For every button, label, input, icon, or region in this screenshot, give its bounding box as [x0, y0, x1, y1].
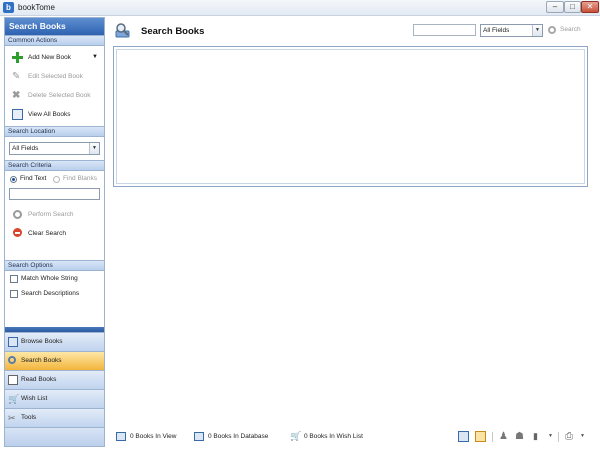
- nav-item-label: Wish List: [21, 395, 48, 402]
- section-search-criteria: Search Criteria: [5, 160, 104, 171]
- nav-item-label: Read Books: [21, 376, 57, 383]
- browse-icon: [8, 337, 18, 347]
- search-location-select[interactable]: All Fields ▼: [9, 142, 100, 155]
- books-in-database-text: 0 Books In Database: [208, 433, 269, 440]
- match-whole-string-checkbox[interactable]: [10, 275, 18, 283]
- nav-item-browse-books[interactable]: Browse Books: [5, 332, 104, 351]
- search-field-select[interactable]: All Fields ▼: [480, 24, 543, 37]
- monitor-icon: [116, 432, 126, 441]
- nav-item-search-books[interactable]: Search Books: [5, 351, 104, 370]
- nav-item-label: Search Books: [21, 357, 62, 364]
- section-search-location: Search Location: [5, 126, 104, 137]
- section-common-actions: Common Actions: [5, 35, 104, 46]
- tools-icon: ✂: [8, 413, 16, 423]
- nav-item-tools[interactable]: ✂ Tools: [5, 408, 104, 427]
- sidebar-title: Search Books: [5, 18, 104, 35]
- pencil-icon: ✎: [12, 71, 21, 82]
- nav-item-wish-list[interactable]: 🛒 Wish List: [5, 389, 104, 408]
- books-in-wish-list-text: 0 Books In Wish List: [304, 433, 363, 440]
- plus-icon: [12, 52, 23, 63]
- title-bar: b bookTome – □ ✕: [0, 0, 600, 16]
- wish-list-icon: 🛒: [8, 394, 20, 404]
- toolbar-separator: [492, 432, 493, 442]
- search-criteria-input[interactable]: [9, 188, 100, 200]
- delete-icon: ✖: [12, 90, 21, 101]
- clear-icon: [13, 228, 22, 237]
- detail-view-icon[interactable]: [475, 431, 486, 442]
- search-field-value: All Fields: [483, 27, 510, 34]
- sidebar: Search Books Common Actions Add New Book…: [4, 17, 105, 447]
- edit-selected-book-button[interactable]: ✎ Edit Selected Book: [5, 67, 104, 86]
- search-location-value: All Fields: [12, 145, 39, 152]
- view-all-books-button[interactable]: View All Books: [5, 105, 104, 124]
- chevron-down-icon[interactable]: ▼: [548, 431, 554, 442]
- books-in-view-text: 0 Books In View: [130, 433, 177, 440]
- dictionary-icon[interactable]: ☗: [515, 431, 526, 442]
- books-in-database-status: 0 Books In Database: [194, 432, 269, 441]
- view-all-books-label: View All Books: [28, 111, 71, 118]
- key-icon: [13, 210, 22, 219]
- add-new-book-button[interactable]: Add New Book ▼: [5, 48, 104, 67]
- search-results-panel[interactable]: [113, 46, 588, 187]
- view-icon: [12, 109, 23, 120]
- search-icon: [548, 26, 556, 34]
- user-icon[interactable]: ♟: [499, 431, 510, 442]
- perform-search-button[interactable]: Perform Search: [28, 211, 74, 218]
- section-search-options: Search Options: [5, 260, 104, 271]
- find-text-label: Find Text: [20, 175, 47, 182]
- read-icon: [8, 375, 18, 385]
- close-button[interactable]: ✕: [581, 1, 599, 13]
- window-title: bookTome: [18, 3, 55, 12]
- delete-selected-book-label: Delete Selected Book: [28, 92, 91, 99]
- find-blanks-radio[interactable]: [53, 176, 60, 183]
- search-results-list: [116, 49, 585, 184]
- page-title: Search Books: [141, 26, 205, 37]
- chevron-down-icon[interactable]: ▼: [92, 48, 98, 67]
- book-icon: b: [3, 2, 14, 13]
- find-blanks-label: Find Blanks: [63, 175, 97, 182]
- books-in-wish-list-status: 🛒 0 Books In Wish List: [290, 431, 363, 441]
- search-button[interactable]: Search: [548, 24, 581, 36]
- nav-item-read-books[interactable]: Read Books: [5, 370, 104, 389]
- books-in-view-status: 0 Books In View: [116, 432, 177, 441]
- search-icon: [8, 356, 16, 364]
- search-input[interactable]: [413, 24, 476, 36]
- find-text-radio[interactable]: [10, 176, 17, 183]
- nav-item-label: Browse Books: [21, 338, 63, 345]
- maximize-button[interactable]: □: [564, 1, 581, 13]
- database-icon: [194, 432, 204, 441]
- minimize-button[interactable]: –: [546, 1, 564, 13]
- print-icon[interactable]: ⎙: [565, 431, 576, 442]
- cart-icon: 🛒: [290, 431, 302, 441]
- search-descriptions-checkbox[interactable]: [10, 290, 18, 298]
- search-button-label: Search: [560, 26, 581, 33]
- nav-footer: [5, 427, 104, 446]
- match-whole-string-label: Match Whole String: [21, 275, 78, 282]
- clear-search-button[interactable]: Clear Search: [28, 230, 66, 237]
- chevron-down-icon[interactable]: ▼: [580, 431, 586, 442]
- search-books-icon: [114, 22, 132, 40]
- toolbar-separator: [558, 432, 559, 442]
- chevron-down-icon: ▼: [532, 25, 542, 36]
- chevron-down-icon: ▼: [89, 143, 99, 154]
- edit-selected-book-label: Edit Selected Book: [28, 73, 83, 80]
- add-new-book-label: Add New Book: [28, 54, 71, 61]
- search-descriptions-label: Search Descriptions: [21, 290, 80, 297]
- nav-item-label: Tools: [21, 414, 37, 421]
- delete-selected-book-button[interactable]: ✖ Delete Selected Book: [5, 86, 104, 105]
- list-view-icon[interactable]: [458, 431, 469, 442]
- book-icon[interactable]: ▮: [533, 431, 544, 442]
